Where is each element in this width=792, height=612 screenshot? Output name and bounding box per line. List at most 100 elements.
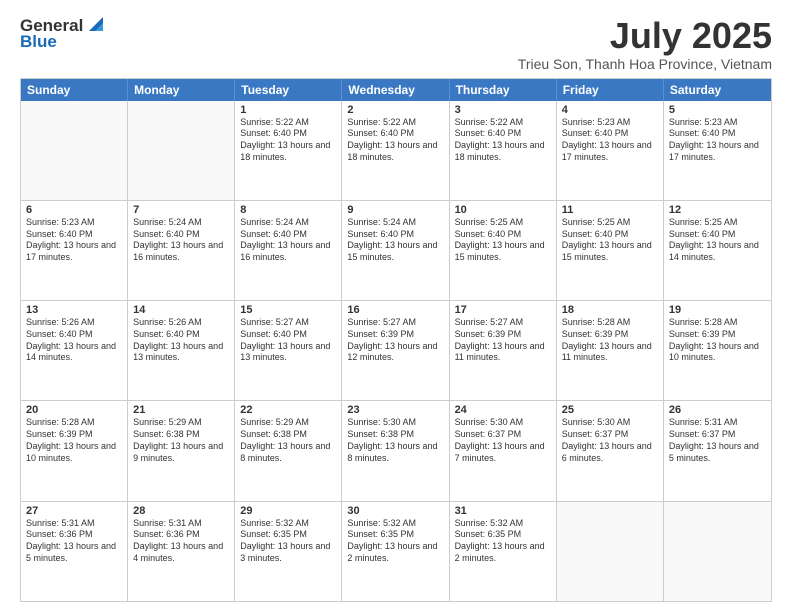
day-8: 8Sunrise: 5:24 AMSunset: 6:40 PMDaylight… <box>235 201 342 300</box>
day-number: 4 <box>562 104 658 116</box>
day-25: 25Sunrise: 5:30 AMSunset: 6:37 PMDayligh… <box>557 401 664 500</box>
day-info: Sunrise: 5:24 AMSunset: 6:40 PMDaylight:… <box>347 217 443 264</box>
day-info: Sunrise: 5:25 AMSunset: 6:40 PMDaylight:… <box>455 217 551 264</box>
header-wednesday: Wednesday <box>342 79 449 101</box>
day-info: Sunrise: 5:31 AMSunset: 6:37 PMDaylight:… <box>669 417 766 464</box>
calendar-page: General Blue July 2025 Trieu Son, Thanh … <box>0 0 792 612</box>
day-20: 20Sunrise: 5:28 AMSunset: 6:39 PMDayligh… <box>21 401 128 500</box>
empty-cell <box>21 101 128 200</box>
day-number: 16 <box>347 304 443 316</box>
day-info: Sunrise: 5:25 AMSunset: 6:40 PMDaylight:… <box>669 217 766 264</box>
day-number: 6 <box>26 204 122 216</box>
day-number: 1 <box>240 104 336 116</box>
logo: General Blue <box>20 16 107 51</box>
day-9: 9Sunrise: 5:24 AMSunset: 6:40 PMDaylight… <box>342 201 449 300</box>
day-number: 2 <box>347 104 443 116</box>
day-info: Sunrise: 5:24 AMSunset: 6:40 PMDaylight:… <box>240 217 336 264</box>
day-info: Sunrise: 5:27 AMSunset: 6:39 PMDaylight:… <box>347 317 443 364</box>
day-number: 22 <box>240 404 336 416</box>
header-friday: Friday <box>557 79 664 101</box>
day-number: 12 <box>669 204 766 216</box>
day-number: 7 <box>133 204 229 216</box>
day-26: 26Sunrise: 5:31 AMSunset: 6:37 PMDayligh… <box>664 401 771 500</box>
empty-cell <box>557 502 664 601</box>
calendar-body: 1Sunrise: 5:22 AMSunset: 6:40 PMDaylight… <box>21 101 771 601</box>
header-sunday: Sunday <box>21 79 128 101</box>
day-info: Sunrise: 5:31 AMSunset: 6:36 PMDaylight:… <box>133 518 229 565</box>
header-tuesday: Tuesday <box>235 79 342 101</box>
day-info: Sunrise: 5:32 AMSunset: 6:35 PMDaylight:… <box>347 518 443 565</box>
empty-cell <box>664 502 771 601</box>
day-22: 22Sunrise: 5:29 AMSunset: 6:38 PMDayligh… <box>235 401 342 500</box>
day-19: 19Sunrise: 5:28 AMSunset: 6:39 PMDayligh… <box>664 301 771 400</box>
day-17: 17Sunrise: 5:27 AMSunset: 6:39 PMDayligh… <box>450 301 557 400</box>
day-number: 20 <box>26 404 122 416</box>
day-info: Sunrise: 5:32 AMSunset: 6:35 PMDaylight:… <box>240 518 336 565</box>
day-27: 27Sunrise: 5:31 AMSunset: 6:36 PMDayligh… <box>21 502 128 601</box>
day-number: 10 <box>455 204 551 216</box>
header-saturday: Saturday <box>664 79 771 101</box>
day-number: 14 <box>133 304 229 316</box>
day-info: Sunrise: 5:27 AMSunset: 6:40 PMDaylight:… <box>240 317 336 364</box>
day-18: 18Sunrise: 5:28 AMSunset: 6:39 PMDayligh… <box>557 301 664 400</box>
day-13: 13Sunrise: 5:26 AMSunset: 6:40 PMDayligh… <box>21 301 128 400</box>
day-number: 31 <box>455 505 551 517</box>
day-info: Sunrise: 5:28 AMSunset: 6:39 PMDaylight:… <box>562 317 658 364</box>
day-number: 11 <box>562 204 658 216</box>
day-number: 13 <box>26 304 122 316</box>
day-28: 28Sunrise: 5:31 AMSunset: 6:36 PMDayligh… <box>128 502 235 601</box>
header-monday: Monday <box>128 79 235 101</box>
day-10: 10Sunrise: 5:25 AMSunset: 6:40 PMDayligh… <box>450 201 557 300</box>
day-number: 24 <box>455 404 551 416</box>
day-21: 21Sunrise: 5:29 AMSunset: 6:38 PMDayligh… <box>128 401 235 500</box>
day-info: Sunrise: 5:32 AMSunset: 6:35 PMDaylight:… <box>455 518 551 565</box>
day-1: 1Sunrise: 5:22 AMSunset: 6:40 PMDaylight… <box>235 101 342 200</box>
day-12: 12Sunrise: 5:25 AMSunset: 6:40 PMDayligh… <box>664 201 771 300</box>
day-6: 6Sunrise: 5:23 AMSunset: 6:40 PMDaylight… <box>21 201 128 300</box>
day-info: Sunrise: 5:26 AMSunset: 6:40 PMDaylight:… <box>133 317 229 364</box>
day-info: Sunrise: 5:22 AMSunset: 6:40 PMDaylight:… <box>455 117 551 164</box>
day-info: Sunrise: 5:28 AMSunset: 6:39 PMDaylight:… <box>26 417 122 464</box>
day-number: 17 <box>455 304 551 316</box>
subtitle: Trieu Son, Thanh Hoa Province, Vietnam <box>518 56 772 72</box>
day-info: Sunrise: 5:31 AMSunset: 6:36 PMDaylight:… <box>26 518 122 565</box>
day-number: 15 <box>240 304 336 316</box>
day-number: 21 <box>133 404 229 416</box>
main-title: July 2025 <box>518 16 772 56</box>
day-15: 15Sunrise: 5:27 AMSunset: 6:40 PMDayligh… <box>235 301 342 400</box>
day-4: 4Sunrise: 5:23 AMSunset: 6:40 PMDaylight… <box>557 101 664 200</box>
day-info: Sunrise: 5:29 AMSunset: 6:38 PMDaylight:… <box>133 417 229 464</box>
day-number: 28 <box>133 505 229 517</box>
empty-cell <box>128 101 235 200</box>
day-info: Sunrise: 5:23 AMSunset: 6:40 PMDaylight:… <box>26 217 122 264</box>
week-1: 1Sunrise: 5:22 AMSunset: 6:40 PMDaylight… <box>21 101 771 200</box>
day-number: 3 <box>455 104 551 116</box>
day-2: 2Sunrise: 5:22 AMSunset: 6:40 PMDaylight… <box>342 101 449 200</box>
day-number: 5 <box>669 104 766 116</box>
day-info: Sunrise: 5:23 AMSunset: 6:40 PMDaylight:… <box>562 117 658 164</box>
day-info: Sunrise: 5:30 AMSunset: 6:37 PMDaylight:… <box>455 417 551 464</box>
day-number: 30 <box>347 505 443 517</box>
day-5: 5Sunrise: 5:23 AMSunset: 6:40 PMDaylight… <box>664 101 771 200</box>
day-24: 24Sunrise: 5:30 AMSunset: 6:37 PMDayligh… <box>450 401 557 500</box>
day-number: 8 <box>240 204 336 216</box>
day-info: Sunrise: 5:27 AMSunset: 6:39 PMDaylight:… <box>455 317 551 364</box>
day-11: 11Sunrise: 5:25 AMSunset: 6:40 PMDayligh… <box>557 201 664 300</box>
week-3: 13 Sunrise: 5:26 AMSunset: 6:40 PMDayligh… <box>21 300 771 400</box>
day-info: Sunrise: 5:24 AMSunset: 6:40 PMDaylight:… <box>133 217 229 264</box>
day-info: Sunrise: 5:22 AMSunset: 6:40 PMDaylight:… <box>347 117 443 164</box>
week-2: 6Sunrise: 5:23 AMSunset: 6:40 PMDaylight… <box>21 200 771 300</box>
day-number: 27 <box>26 505 122 517</box>
day-number: 25 <box>562 404 658 416</box>
day-29: 29Sunrise: 5:32 AMSunset: 6:35 PMDayligh… <box>235 502 342 601</box>
day-info: Sunrise: 5:22 AMSunset: 6:40 PMDaylight:… <box>240 117 336 164</box>
day-number: 29 <box>240 505 336 517</box>
header-thursday: Thursday <box>450 79 557 101</box>
day-info: Sunrise: 5:30 AMSunset: 6:38 PMDaylight:… <box>347 417 443 464</box>
day-3: 3Sunrise: 5:22 AMSunset: 6:40 PMDaylight… <box>450 101 557 200</box>
day-7: 7Sunrise: 5:24 AMSunset: 6:40 PMDaylight… <box>128 201 235 300</box>
week-4: 20Sunrise: 5:28 AMSunset: 6:39 PMDayligh… <box>21 400 771 500</box>
day-31: 31Sunrise: 5:32 AMSunset: 6:35 PMDayligh… <box>450 502 557 601</box>
day-14: 14Sunrise: 5:26 AMSunset: 6:40 PMDayligh… <box>128 301 235 400</box>
day-info: Sunrise: 5:23 AMSunset: 6:40 PMDaylight:… <box>669 117 766 164</box>
